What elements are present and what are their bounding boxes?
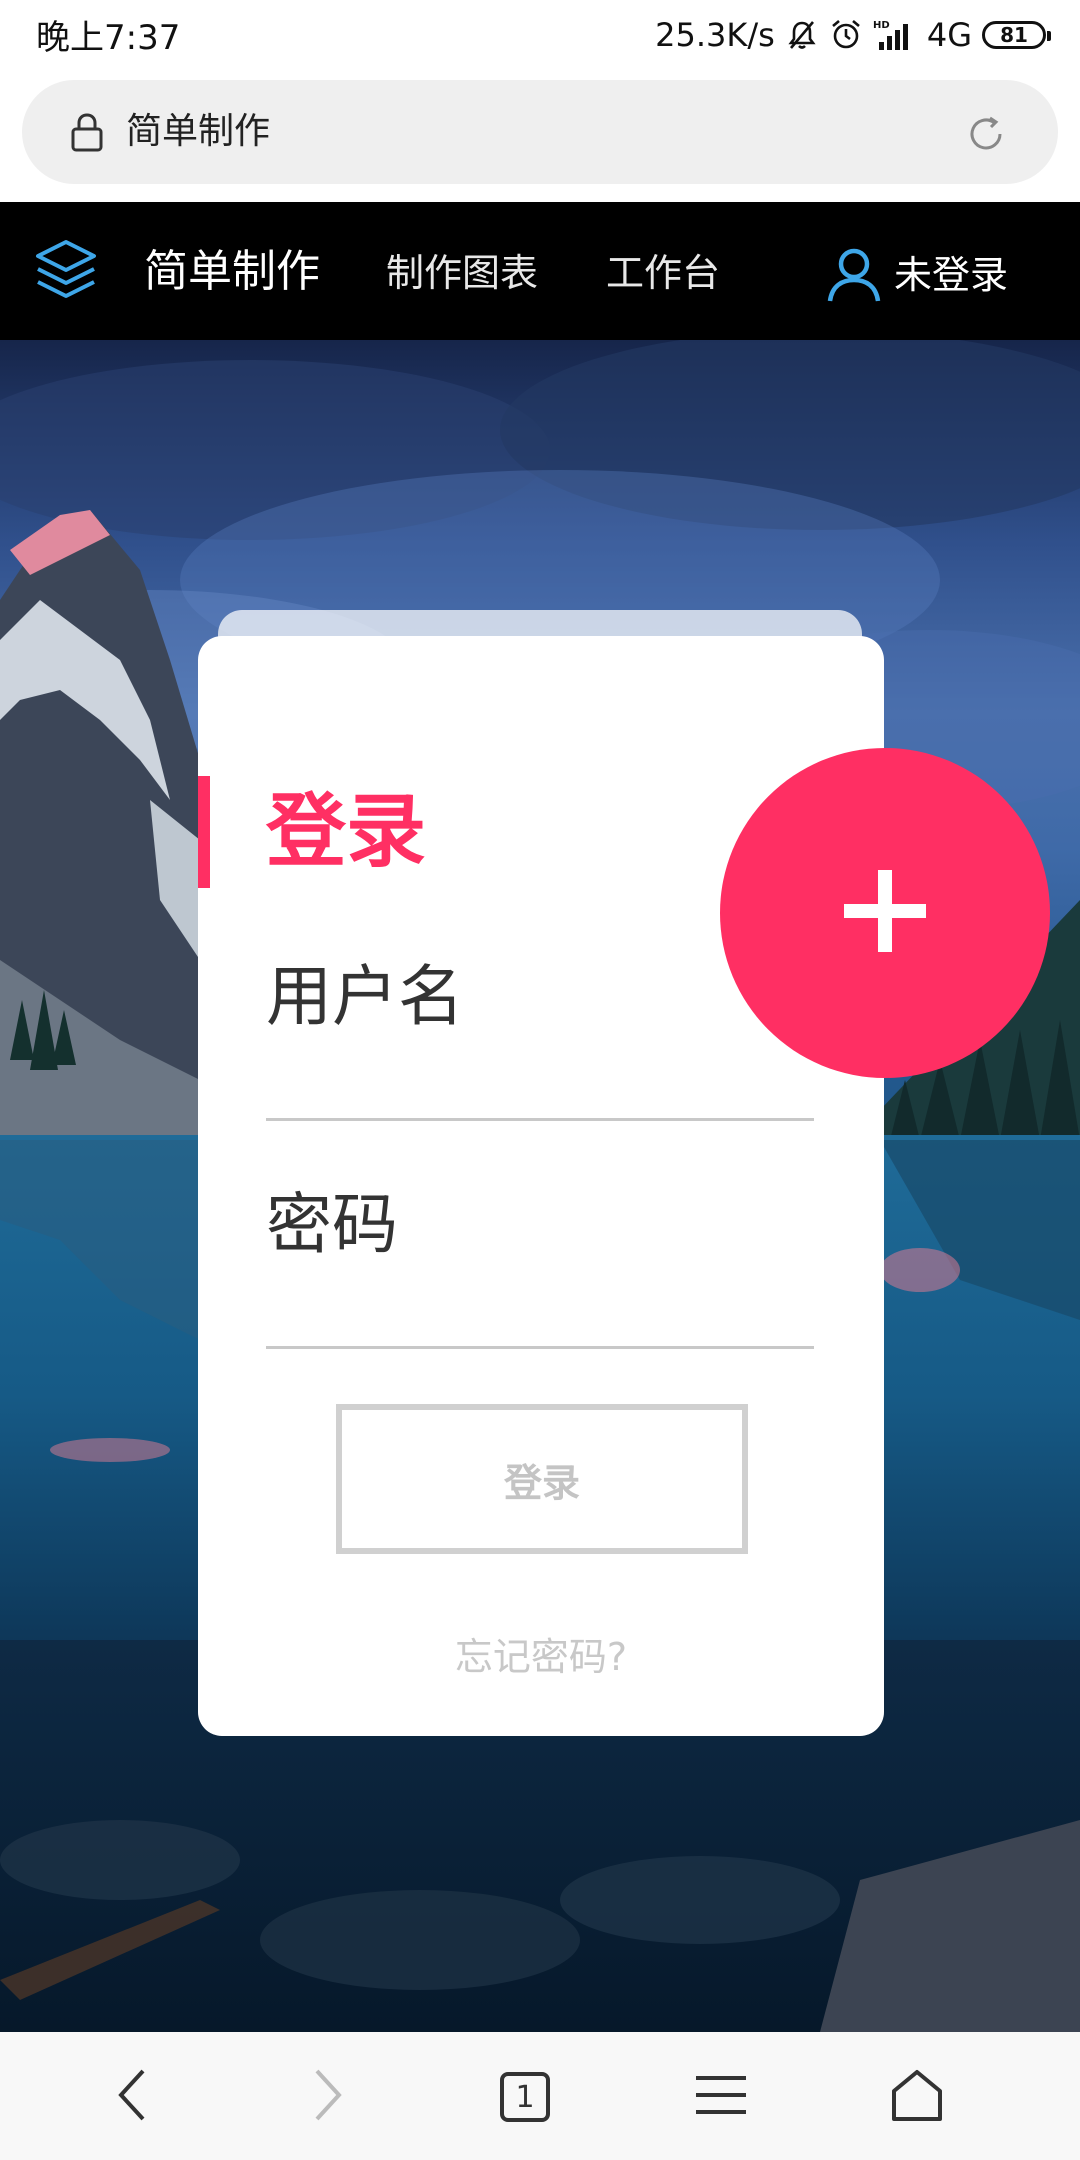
- back-button[interactable]: [98, 2062, 168, 2132]
- login-title: 登录: [266, 785, 426, 878]
- user-icon[interactable]: [824, 244, 884, 308]
- chevron-left-icon: [113, 2067, 153, 2127]
- network-speed: 25.3K/s: [655, 16, 775, 54]
- password-underline: [266, 1346, 814, 1349]
- layers-logo-icon[interactable]: [34, 238, 98, 308]
- battery-level: 81: [1000, 23, 1028, 47]
- login-submit-label: 登录: [503, 1460, 580, 1505]
- forgot-password-link[interactable]: 忘记密码?: [198, 1630, 884, 1684]
- network-type: 4G: [926, 16, 972, 54]
- nav-brand[interactable]: 简单制作: [144, 242, 320, 302]
- username-field[interactable]: 用户名: [266, 952, 464, 1042]
- alarm-icon: [829, 18, 863, 52]
- tab-count: 1: [515, 2079, 535, 2115]
- user-login-status[interactable]: 未登录: [894, 248, 1008, 302]
- home-button[interactable]: [882, 2062, 952, 2132]
- register-add-button[interactable]: [720, 748, 1050, 1078]
- address-bar[interactable]: 简单制作: [22, 80, 1058, 184]
- status-bar: 晚上7:37 25.3K/s HD 4G 81: [0, 0, 1080, 70]
- address-page-title: 简单制作: [126, 111, 271, 152]
- nav-link-workbench[interactable]: 工作台: [606, 246, 720, 300]
- menu-button[interactable]: [686, 2062, 756, 2132]
- bell-muted-icon: [785, 18, 819, 52]
- hamburger-menu-icon: [694, 2072, 748, 2122]
- username-underline: [266, 1118, 814, 1121]
- chevron-right-icon: [307, 2067, 347, 2127]
- browser-bottom-toolbar: 1: [0, 2032, 1080, 2160]
- browser-address-area: 简单制作: [0, 70, 1080, 202]
- tab-count-icon: 1: [500, 2072, 550, 2122]
- reload-icon[interactable]: [966, 114, 1006, 158]
- login-submit-button[interactable]: 登录: [336, 1404, 748, 1554]
- status-time: 晚上7:37: [36, 18, 181, 58]
- signal-icon: HD: [873, 18, 917, 52]
- status-indicators: 25.3K/s HD 4G 81: [655, 10, 1051, 60]
- plus-icon: [830, 856, 940, 970]
- tabs-button[interactable]: 1: [490, 2062, 560, 2132]
- lock-icon: [70, 112, 104, 156]
- nav-link-make-chart[interactable]: 制作图表: [386, 246, 538, 300]
- svg-text:HD: HD: [873, 20, 890, 31]
- password-field[interactable]: 密码: [266, 1180, 398, 1270]
- battery-icon: 81: [982, 21, 1051, 49]
- title-accent-bar: [198, 776, 210, 888]
- site-nav: 简单制作 制作图表 工作台 未登录: [0, 202, 1080, 340]
- forward-button[interactable]: [292, 2062, 362, 2132]
- home-icon: [889, 2067, 945, 2127]
